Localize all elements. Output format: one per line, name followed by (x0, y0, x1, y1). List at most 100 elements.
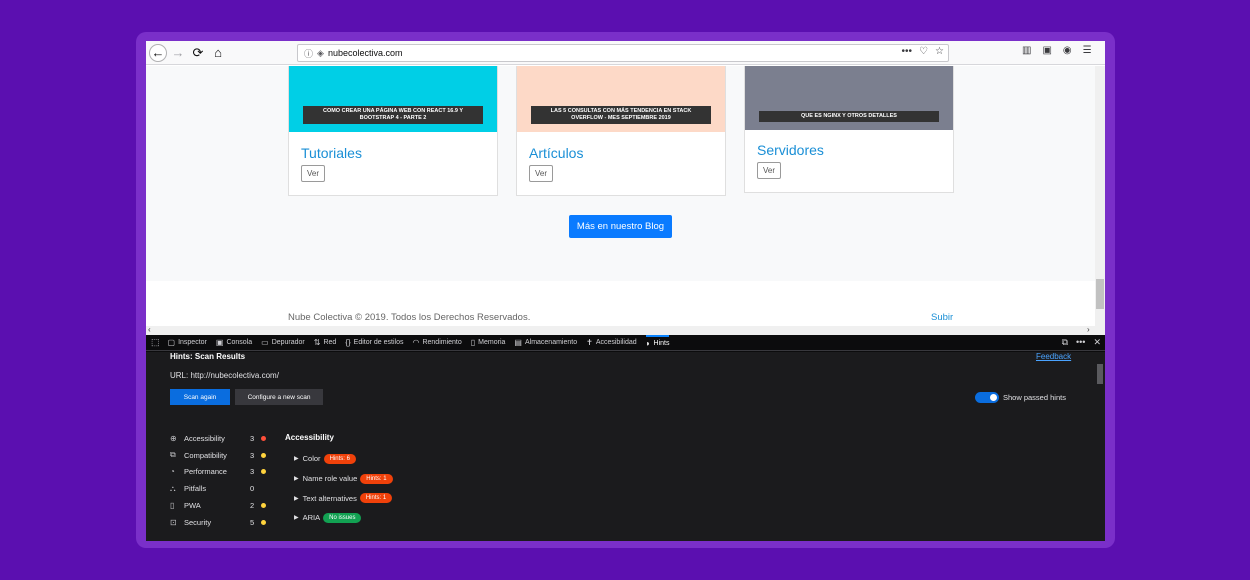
tab-label: Almacenamiento (524, 339, 578, 346)
hint-label: ARIA (302, 513, 321, 523)
card-image: QUE ES NGINX Y OTROS DETALLES (745, 66, 953, 130)
footer-copyright: Nube Colectiva © 2019. Todos los Derecho… (288, 312, 531, 323)
expand-arrow-icon[interactable]: ▶ (294, 514, 299, 521)
menu-icon[interactable]: ☰ (1083, 45, 1092, 56)
status-dot (261, 503, 266, 509)
category-pwa[interactable]: ▯ PWA 2 (170, 497, 270, 514)
reload-icon[interactable]: ⟳ (189, 44, 207, 62)
pocket-icon[interactable]: ♡ (919, 46, 928, 57)
expand-arrow-icon[interactable]: ▶ (294, 455, 299, 462)
dock-icon[interactable]: ⧉ (1062, 337, 1068, 348)
category-label: Performance (184, 467, 227, 477)
category-performance[interactable]: ◔ Performance 3 (170, 464, 270, 481)
tab-almacenamiento[interactable]: ▤ Almacenamiento (514, 335, 577, 351)
tab-depurador[interactable]: ▭ Depurador (261, 335, 305, 351)
inspector-icon: ▢ (167, 338, 176, 347)
shield-icon[interactable]: ◈ (317, 48, 324, 59)
scrollbar-thumb[interactable] (1096, 279, 1104, 309)
pick-element-icon[interactable]: ⬚ (151, 337, 160, 348)
tab-label: Memoria (478, 339, 506, 346)
ver-button[interactable]: Ver (529, 165, 553, 182)
info-icon[interactable]: ⓘ (304, 47, 313, 60)
ver-button[interactable]: Ver (757, 162, 781, 179)
tab-editor-estilos[interactable]: {} Editor de estilos (345, 335, 403, 351)
tab-hints[interactable]: ◗ Hints (645, 334, 670, 351)
tab-label: Accesibilidad (595, 339, 637, 346)
category-count: 2 (250, 501, 255, 511)
tab-rendimiento[interactable]: ◠ Rendimiento (412, 335, 461, 351)
expand-arrow-icon[interactable]: ▶ (294, 475, 299, 482)
memory-icon: ▯ (470, 338, 476, 347)
ver-button[interactable]: Ver (301, 165, 325, 182)
tab-memoria[interactable]: ▯ Memoria (471, 335, 506, 351)
star-icon[interactable]: ☆ (935, 46, 944, 57)
scrollbar-thumb[interactable] (1097, 364, 1103, 384)
tab-inspector[interactable]: ▢ Inspector (168, 335, 207, 351)
hint-badge: Hints: 6 (323, 453, 356, 464)
blog-button[interactable]: Más en nuestro Blog (569, 215, 672, 238)
tab-label: Editor de estilos (353, 339, 404, 346)
tab-consola[interactable]: ▣ Consola (216, 335, 252, 351)
tab-label: Rendimiento (422, 339, 462, 346)
hint-label: Color (302, 454, 321, 464)
accessibility-icon: ⊕ (170, 433, 177, 443)
back-icon[interactable]: ← (149, 43, 167, 62)
account-icon[interactable]: ◉ (1063, 45, 1072, 56)
performance-icon: ◔ (170, 467, 175, 477)
hint-label: Text alternatives (302, 493, 357, 503)
feedback-link[interactable]: Feedback (1036, 352, 1071, 361)
library-icon[interactable]: ▥ (1022, 45, 1031, 56)
tab-red[interactable]: ⇅ Red (314, 335, 337, 351)
card-title[interactable]: Tutoriales (301, 145, 497, 161)
card-image: LAS 5 CONSULTAS CON MÁS TENDENCIA EN STA… (517, 66, 725, 132)
pwa-icon: ▯ (170, 501, 175, 511)
category-list: ⊕ Accessibility 3 ⧉ Compatibility 3 ◔ Pe… (170, 430, 270, 531)
status-dot (261, 469, 266, 475)
category-compatibility[interactable]: ⧉ Compatibility 3 (170, 447, 270, 464)
scan-again-button[interactable]: Scan again (170, 389, 230, 405)
category-pitfalls[interactable]: ⛬ Pitfalls 0 (170, 480, 270, 497)
more-icon[interactable]: ••• (902, 46, 913, 57)
compatibility-icon: ⧉ (170, 450, 176, 460)
subir-link[interactable]: Subir (931, 312, 953, 323)
expand-arrow-icon[interactable]: ▶ (294, 495, 299, 502)
tab-label: Depurador (271, 339, 305, 346)
sidebar-icon[interactable]: ▣ (1042, 45, 1051, 56)
url-bar[interactable]: ⓘ ◈ nubecolectiva.com ••• ♡ ☆ (297, 44, 949, 62)
forward-icon[interactable]: → (169, 44, 187, 62)
status-dot (261, 519, 266, 525)
scroll-left-icon[interactable]: ‹ (148, 325, 151, 334)
tab-label: Consola (226, 339, 253, 346)
card-banner-text: LAS 5 CONSULTAS CON MÁS TENDENCIA EN STA… (531, 106, 711, 124)
close-icon[interactable]: ✕ (1093, 337, 1101, 348)
card-title[interactable]: Servidores (757, 142, 953, 158)
hints-icon: ◗ (645, 339, 651, 348)
status-dot (261, 435, 266, 441)
show-passed-toggle[interactable] (975, 392, 999, 403)
tab-label: Inspector (178, 339, 207, 346)
card-banner-text: COMO CREAR UNA PÁGINA WEB CON REACT 16.9… (303, 106, 483, 124)
more-options-icon[interactable]: ••• (1076, 337, 1085, 348)
page-scrollbar[interactable] (1095, 66, 1105, 326)
tab-label: Red (323, 339, 337, 346)
hint-item-text-alternatives[interactable]: ▶ Text alternatives Hints: 1 (294, 488, 393, 508)
configure-scan-button[interactable]: Configure a new scan (235, 389, 323, 405)
category-security[interactable]: ⊡ Security 5 (170, 514, 270, 531)
performance-icon: ◠ (412, 338, 420, 347)
category-accessibility[interactable]: ⊕ Accessibility 3 (170, 430, 270, 447)
scroll-right-icon[interactable]: › (1087, 325, 1090, 334)
tab-accesibilidad[interactable]: ✝ Accesibilidad (586, 335, 637, 351)
accessibility-icon: ✝ (586, 338, 593, 347)
section-title: Accessibility (285, 433, 334, 442)
style-editor-icon: {} (345, 338, 351, 347)
category-count: 5 (250, 517, 255, 527)
hint-item-name-role-value[interactable]: ▶ Name role value Hints: 1 (294, 469, 393, 489)
home-icon[interactable]: ⌂ (209, 44, 227, 62)
show-passed-label: Show passed hints (1003, 393, 1066, 402)
hint-item-color[interactable]: ▶ Color Hints: 6 (294, 449, 393, 469)
devtools-scrollbar[interactable] (1095, 352, 1105, 541)
hint-item-aria[interactable]: ▶ ARIA No issues (294, 508, 393, 528)
toggle-knob (990, 394, 997, 401)
card-title[interactable]: Artículos (529, 145, 725, 161)
security-icon: ⊡ (170, 517, 177, 527)
